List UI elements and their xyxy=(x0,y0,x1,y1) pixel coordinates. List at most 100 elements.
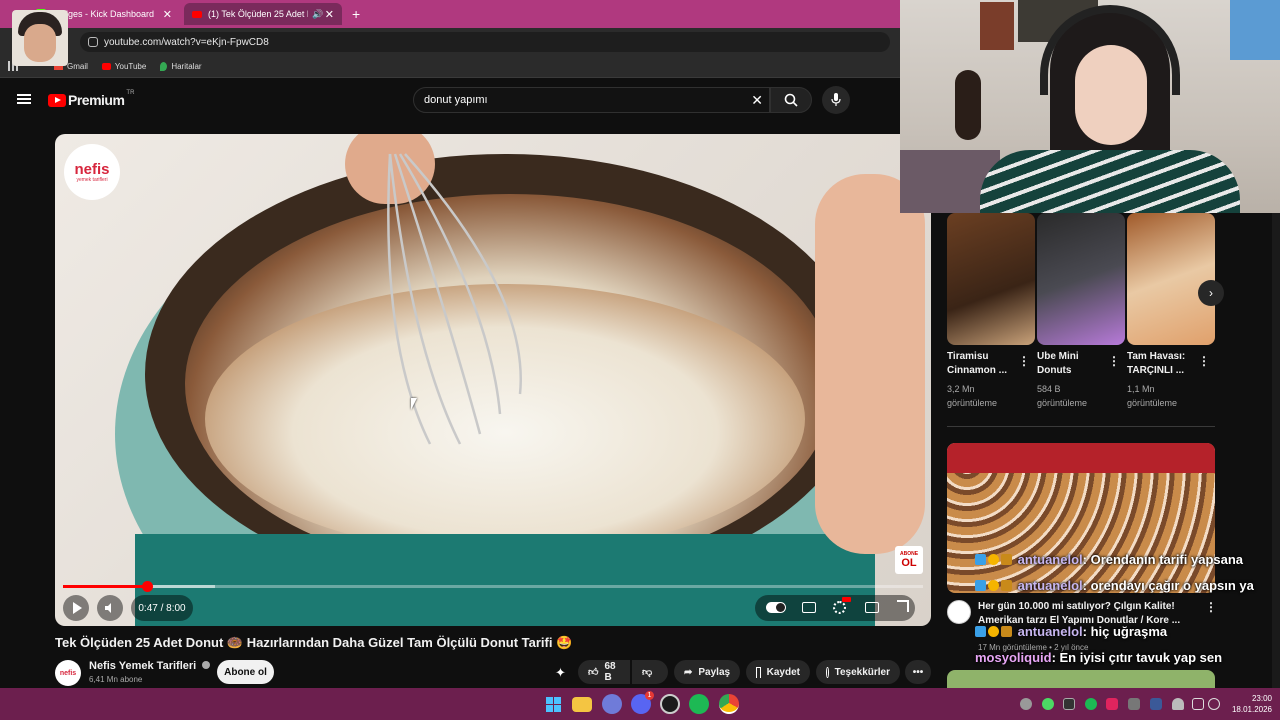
subscribe-overlay-bottom: OL xyxy=(901,557,917,569)
short-title[interactable]: Ube Mini Donuts xyxy=(1037,350,1115,378)
short-views-label: görüntüleme xyxy=(1127,398,1178,408)
recommended-more-icon[interactable]: ⋮ xyxy=(1205,600,1217,614)
file-explorer-icon[interactable] xyxy=(572,697,592,712)
like-button[interactable]: 👍︎ 68 B xyxy=(578,660,630,684)
play-button[interactable] xyxy=(63,595,89,621)
sidebar-scrollbar[interactable] xyxy=(1272,213,1280,688)
verified-icon xyxy=(202,661,211,669)
subscriber-count: 6,41 Mn abone xyxy=(89,675,143,684)
logo-region: TR xyxy=(126,90,135,96)
bookmark-maps[interactable]: Haritalar xyxy=(160,62,202,71)
chat-text: : hiç uğraşma xyxy=(1082,624,1168,639)
windows-start-icon[interactable] xyxy=(543,694,563,714)
tray-app-icon[interactable] xyxy=(1042,698,1054,710)
subscribe-overlay[interactable]: ABONE OL xyxy=(895,546,923,574)
tray-mic-icon[interactable] xyxy=(1172,698,1184,710)
short-title[interactable]: Tiramisu Cinnamon ... xyxy=(947,350,1025,378)
short-thumbnail[interactable] xyxy=(947,213,1035,345)
bookmark-label: YouTube xyxy=(114,62,147,71)
youtube-logo-icon xyxy=(48,93,66,107)
bookmarks-bar: Gmail YouTube Haritalar xyxy=(0,56,900,78)
ai-sparkle-icon[interactable]: ✦ xyxy=(555,665,571,681)
tray-spotify-icon[interactable] xyxy=(1085,698,1097,710)
tray-network-icon[interactable] xyxy=(1192,698,1204,710)
dislike-button[interactable]: 👎︎ xyxy=(632,660,668,684)
chat-message: antuanelol: Orendanın tarifi yapsana xyxy=(975,552,1243,567)
chat-username[interactable]: antuanelol xyxy=(1018,624,1083,639)
channel-avatar-text: nefis xyxy=(59,669,77,677)
settings-gear-icon[interactable] xyxy=(833,597,851,614)
share-button[interactable]: ➦ Paylaş xyxy=(674,660,740,684)
tray-app-icon[interactable] xyxy=(1020,698,1032,710)
autoplay-toggle[interactable] xyxy=(766,602,786,613)
url-bar[interactable]: youtube.com/watch?v=eKjn-FpwCD8 xyxy=(80,32,890,52)
subscribe-button[interactable]: Abone ol xyxy=(217,660,274,684)
chat-message: antuanelol: orendayı çağır o yapsın ya xyxy=(975,578,1254,593)
bookmark-icon xyxy=(756,666,761,678)
microphone-icon xyxy=(831,93,841,106)
save-button[interactable]: Kaydet xyxy=(746,660,810,684)
video-player[interactable]: nefis yemek tarifleri ABONE OL 0:47 / 8:… xyxy=(55,134,931,626)
app-icon[interactable] xyxy=(602,694,622,714)
miniplayer-icon[interactable] xyxy=(865,602,879,613)
chrome-icon[interactable] xyxy=(719,694,739,714)
obs-icon[interactable] xyxy=(660,694,680,714)
thanks-button[interactable]: Teşekkürler xyxy=(816,660,900,684)
taskbar-clock[interactable]: 23:00 18.01.2026 xyxy=(1222,693,1272,715)
search-icon xyxy=(784,93,798,107)
recommended-thumbnail-2[interactable] xyxy=(947,670,1215,688)
menu-icon[interactable] xyxy=(17,94,31,104)
tray-app-icon[interactable] xyxy=(1063,698,1075,710)
fullscreen-icon[interactable] xyxy=(897,600,909,612)
spotify-icon[interactable] xyxy=(689,694,709,714)
tray-steam-icon[interactable] xyxy=(1150,698,1162,710)
short-meta: 3,2 Mn görüntüleme xyxy=(947,382,1025,410)
site-info-icon[interactable] xyxy=(88,37,98,47)
chat-username[interactable]: mosyoliquid xyxy=(975,650,1052,665)
short-views-label: görüntüleme xyxy=(947,398,998,408)
tab-youtube-video[interactable]: (1) Tek Ölçüden 25 Adet Do 🔊 ✕ xyxy=(184,3,342,25)
short-thumbnail[interactable] xyxy=(1037,213,1125,345)
address-bar-row: youtube.com/watch?v=eKjn-FpwCD8 xyxy=(0,28,900,56)
close-icon[interactable]: ✕ xyxy=(163,8,172,21)
video-frame-whisk xyxy=(387,153,522,445)
channel-name[interactable]: Nefis Yemek Tarifleri xyxy=(89,660,211,672)
discord-icon[interactable]: 1 xyxy=(631,691,654,714)
played-bar xyxy=(63,585,148,588)
youtube-premium-logo[interactable]: Premium TR xyxy=(48,90,135,108)
channel-watermark[interactable]: nefis yemek tarifleri xyxy=(64,144,120,200)
tray-volume-icon[interactable] xyxy=(1208,698,1220,710)
chat-username[interactable]: antuanelol xyxy=(1018,552,1083,567)
chat-text: : En iyisi çıtır tavuk yap sen xyxy=(1051,650,1223,665)
voice-search-button[interactable] xyxy=(822,86,850,114)
tray-app-icon[interactable] xyxy=(1128,698,1140,710)
subtitles-icon[interactable] xyxy=(802,602,816,613)
thanks-label: Teşekkürler xyxy=(834,666,890,678)
shorts-next-button[interactable]: › xyxy=(1198,280,1224,306)
logo-text: Premium xyxy=(68,92,125,108)
short-more-icon[interactable]: ⋮ xyxy=(1198,354,1210,368)
clear-search-icon[interactable]: ✕ xyxy=(751,92,763,109)
watermark-name: nefis xyxy=(74,160,110,178)
volume-button[interactable] xyxy=(97,595,123,621)
chat-username[interactable]: antuanelol xyxy=(1018,578,1083,593)
save-label: Kaydet xyxy=(766,666,800,678)
new-tab-button[interactable]: + xyxy=(344,3,364,25)
short-title[interactable]: Tam Havası: TARÇINLI ... xyxy=(1127,350,1205,378)
speaker-icon[interactable]: 🔊 xyxy=(312,9,323,20)
channel-avatar[interactable]: nefis xyxy=(55,660,81,686)
search-button[interactable] xyxy=(770,87,812,113)
short-more-icon[interactable]: ⋮ xyxy=(1108,354,1120,368)
short-thumbnail[interactable] xyxy=(1127,213,1215,345)
bookmark-youtube[interactable]: YouTube xyxy=(101,62,147,71)
search-value: donut yapımı xyxy=(424,94,488,106)
tray-app-icon[interactable] xyxy=(1106,698,1118,710)
recommended-channel-avatar[interactable] xyxy=(947,600,971,624)
more-actions-button[interactable]: ••• xyxy=(905,660,931,684)
recommended-thumbnail[interactable] xyxy=(947,443,1215,593)
search-input[interactable]: donut yapımı ✕ xyxy=(413,87,770,113)
close-icon[interactable]: ✕ xyxy=(325,8,334,21)
video-progress-bar[interactable] xyxy=(63,581,923,592)
short-more-icon[interactable]: ⋮ xyxy=(1018,354,1030,368)
webcam-guitar xyxy=(955,70,981,140)
